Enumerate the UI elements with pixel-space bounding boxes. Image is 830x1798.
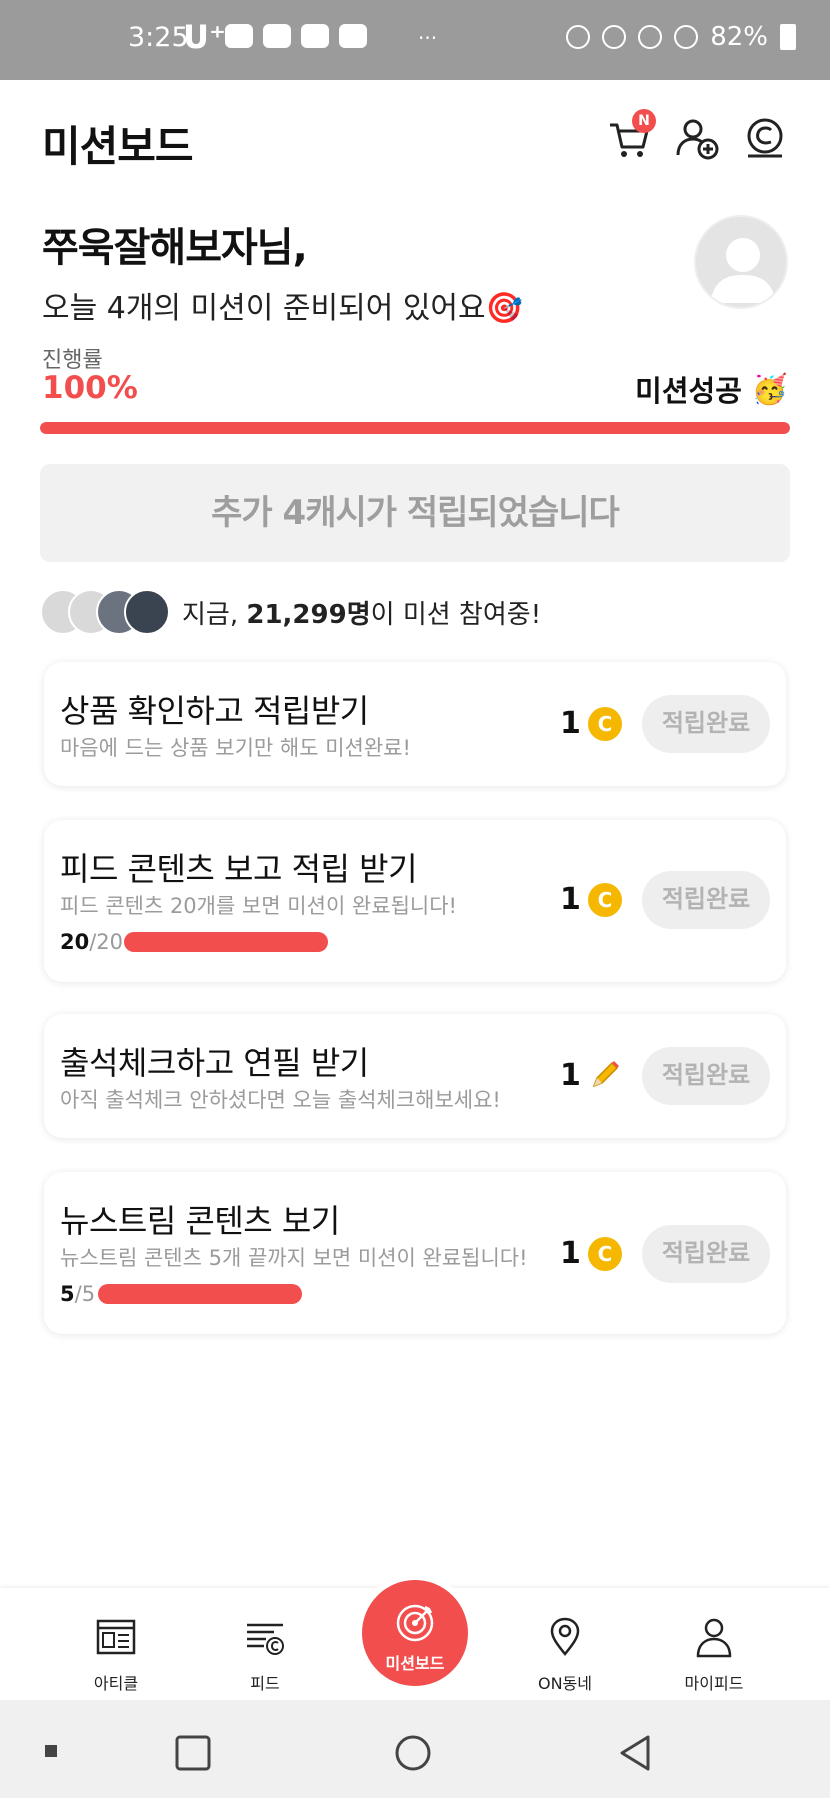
reward-done-button[interactable]: 적립완료: [642, 695, 770, 753]
mission-desc: 뉴스트림 콘텐츠 5개 끝까지 보면 미션이 완료됩니다!: [60, 1246, 528, 1270]
nav-label: ON동네: [537, 1674, 592, 1693]
mission-progress-count: 20/20: [60, 930, 124, 954]
nav-item-on-neighborhood[interactable]: ON동네: [515, 1616, 615, 1694]
nav-item-article[interactable]: 아티클: [66, 1616, 166, 1694]
battery-percent: 82%: [710, 22, 768, 52]
mission-reward: 1: [560, 706, 581, 741]
progress-bar: [40, 422, 790, 434]
reward-done-button[interactable]: 적립완료: [642, 1225, 770, 1283]
add-friend-icon: [676, 119, 719, 160]
mission-progress-count: 5/5: [60, 1282, 96, 1306]
app-header: 미션보드 N: [0, 80, 830, 200]
status-bar: 3:25 U⁺ ··· 82%: [0, 0, 830, 80]
progress-value: 100%: [42, 370, 138, 406]
mission-title: 뉴스트림 콘텐츠 보기: [60, 1202, 340, 1240]
notify-icon: [301, 24, 329, 48]
mission-reward: 1: [560, 1058, 581, 1093]
mission-card[interactable]: 출석체크하고 연필 받기 아직 출석체크 안하셨다면 오늘 출석체크해보세요! …: [44, 1014, 786, 1138]
target-icon: [396, 1604, 434, 1642]
page-title: 미션보드: [42, 122, 194, 171]
cash-coin-icon: [747, 118, 783, 158]
coin-icon: C: [588, 707, 622, 741]
nav-label: 피드: [250, 1674, 280, 1693]
reward-done-button[interactable]: 적립완료: [642, 871, 770, 929]
mission-progress-bar: [124, 932, 328, 952]
bluetooth-icon: [566, 25, 591, 49]
participant-avatar: [124, 589, 170, 635]
mission-title: 출석체크하고 연필 받기: [60, 1044, 369, 1082]
wifi-icon: [638, 25, 663, 49]
location-pin-icon: [550, 1617, 580, 1656]
mission-card[interactable]: 피드 콘텐츠 보고 적립 받기 피드 콘텐츠 20개를 보면 미션이 완료됩니다…: [44, 820, 786, 982]
target-emoji-icon: 🎯: [485, 291, 523, 326]
pencil-icon: [592, 1061, 619, 1088]
mission-card[interactable]: 상품 확인하고 적립받기 마음에 드는 상품 보기만 해도 미션완료! 1 C …: [44, 662, 786, 786]
mission-title: 상품 확인하고 적립받기: [60, 692, 369, 730]
article-icon: [96, 1619, 136, 1655]
profile-icon: [696, 1618, 732, 1658]
cash-button[interactable]: [742, 115, 788, 161]
nav-label: 아티클: [93, 1674, 139, 1693]
nav-label: 마이피드: [684, 1674, 744, 1693]
talk-icon: [225, 24, 253, 48]
progress-bar-fill: [40, 422, 790, 434]
greeting-subtitle: 오늘 4개의 미션이 준비되어 있어요🎯: [42, 291, 523, 326]
user-greeting-name: 쭈욱잘해보자님,: [42, 225, 308, 271]
system-nav-bar: [0, 1700, 830, 1798]
notification-dot-icon: [45, 1745, 57, 1757]
mission-title: 피드 콘텐츠 보고 적립 받기: [60, 850, 418, 888]
default-avatar-icon: [710, 238, 776, 303]
notification-icons: [225, 24, 367, 48]
participants-count: 21,299명: [246, 599, 371, 630]
mission-desc: 마음에 드는 상품 보기만 해도 미션완료!: [60, 736, 411, 760]
party-emoji-icon: 🥳: [751, 371, 788, 406]
coin-icon: C: [588, 1237, 622, 1271]
mission-progress-bar: [98, 1284, 302, 1304]
greeting: 쭈욱잘해보자님, 오늘 4개의 미션이 준비되어 있어요🎯: [42, 215, 523, 327]
nav-item-feed[interactable]: 피드: [215, 1616, 315, 1694]
system-icons: 82%: [566, 22, 796, 52]
pill-icon: [263, 24, 291, 48]
carrier-label: U⁺: [183, 18, 226, 56]
mission-reward: 1: [560, 1236, 581, 1271]
mission-desc: 아직 출석체크 안하셨다면 오늘 출석체크해보세요!: [60, 1088, 501, 1112]
avatar[interactable]: [694, 215, 788, 309]
more-notifications: ···: [418, 26, 438, 50]
feed-icon: [247, 1623, 284, 1655]
cart-badge: N: [632, 109, 656, 133]
nav-item-my-feed[interactable]: 마이피드: [664, 1616, 764, 1694]
home-icon[interactable]: [394, 1734, 432, 1772]
participants-row: 지금, 21,299명이 미션 참여중!: [40, 588, 541, 636]
signal-icon: [674, 25, 699, 49]
battery-icon: [780, 24, 796, 50]
mail-icon: [339, 24, 367, 48]
coin-icon: C: [588, 883, 622, 917]
nav-label: 미션보드: [385, 1654, 445, 1673]
mission-board-button[interactable]: 미션보드: [362, 1580, 468, 1686]
status-time: 3:25: [128, 22, 189, 53]
mission-card[interactable]: 뉴스트림 콘텐츠 보기 뉴스트림 콘텐츠 5개 끝까지 보면 미션이 완료됩니다…: [44, 1172, 786, 1334]
reward-done-button[interactable]: 적립완료: [642, 1047, 770, 1105]
recent-apps-icon[interactable]: [174, 1734, 212, 1772]
earned-cash-banner: 추가 4캐시가 적립되었습니다: [40, 464, 790, 562]
back-icon[interactable]: [616, 1734, 654, 1772]
alarm-icon: [602, 25, 627, 49]
add-friend-button[interactable]: [674, 115, 720, 161]
mission-desc: 피드 콘텐츠 20개를 보면 미션이 완료됩니다!: [60, 894, 457, 918]
participants-text: 지금, 21,299명이 미션 참여중!: [182, 599, 542, 630]
cart-button[interactable]: N: [606, 109, 656, 161]
progress-status: 미션성공 🥳: [635, 371, 788, 409]
mission-reward: 1: [560, 882, 581, 917]
